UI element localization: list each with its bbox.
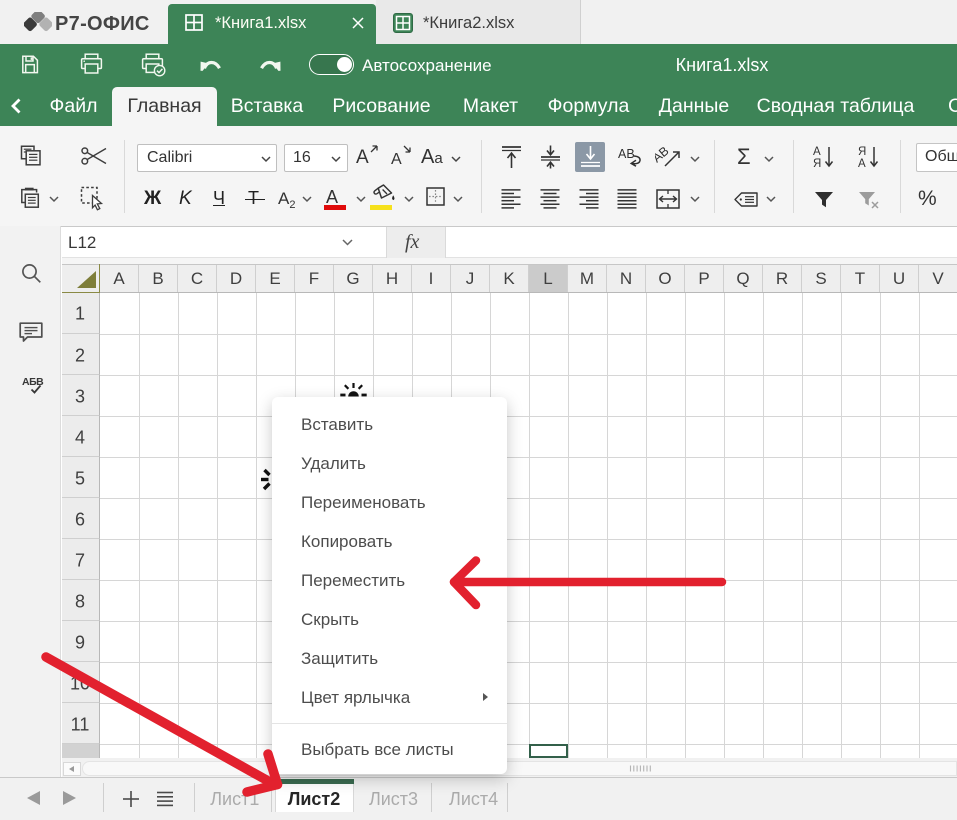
svg-text:Я: Я: [858, 146, 866, 158]
svg-text:А: А: [858, 158, 866, 168]
svg-text:Я: Я: [813, 158, 821, 168]
svg-text:А: А: [813, 146, 821, 158]
svg-text:AB: AB: [618, 147, 635, 161]
